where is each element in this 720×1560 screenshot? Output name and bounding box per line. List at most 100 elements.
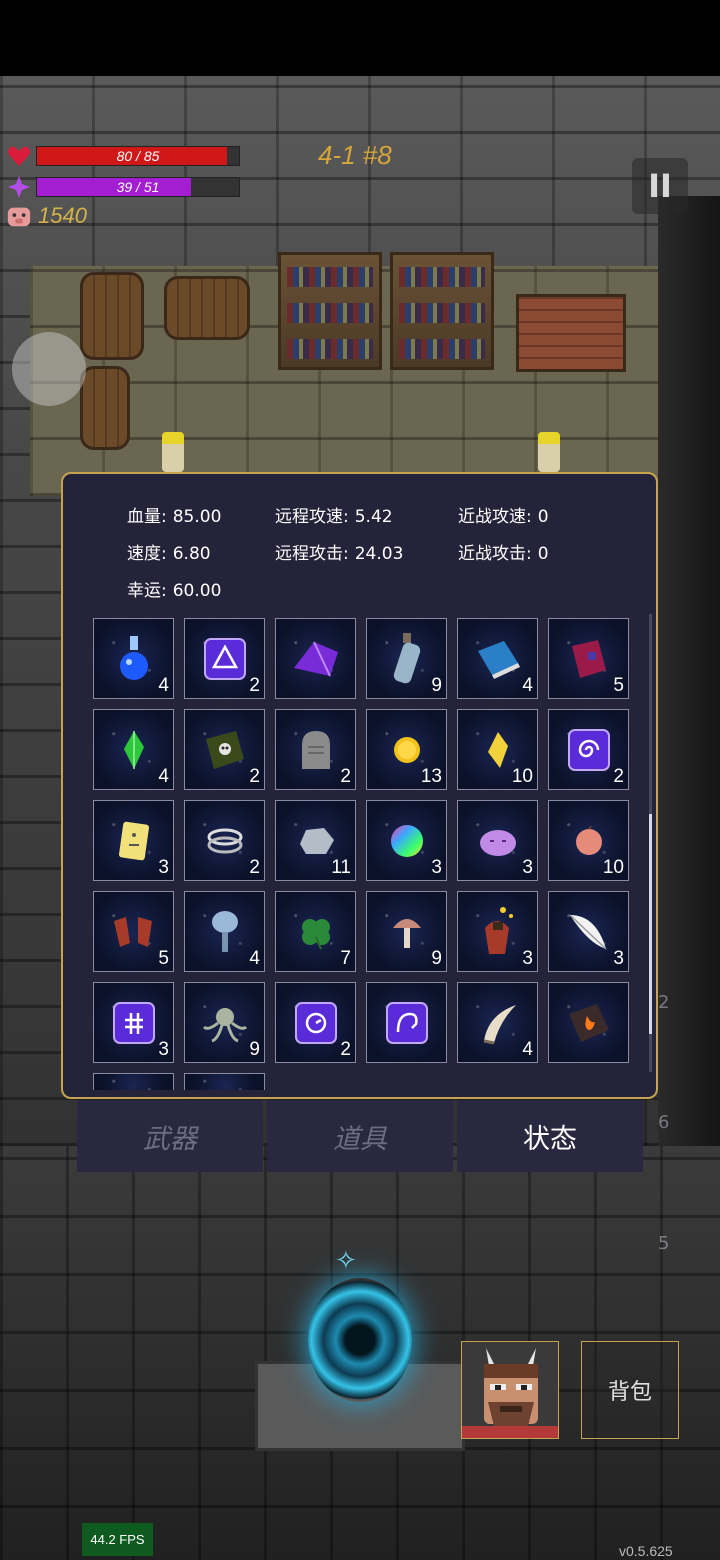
mp-row: 39 / 51 <box>6 174 240 200</box>
heart-icon <box>6 143 32 169</box>
item-count: 7 <box>340 948 351 969</box>
item-count: 2 <box>613 766 624 787</box>
item-slot[interactable] <box>184 1073 265 1090</box>
bookshelf <box>390 252 494 370</box>
item-slot[interactable] <box>366 982 447 1063</box>
item-count: 11 <box>331 857 351 878</box>
item-count: 3 <box>158 1039 169 1060</box>
item-slot[interactable]: 9 <box>366 618 447 699</box>
stats-grid: 血量: 85.00 远程攻速: 5.42 近战攻速: 0 速度: 6.80 远程攻击: 2… <box>127 502 597 601</box>
item-slot[interactable]: 4 <box>457 618 538 699</box>
item-slot[interactable]: 11 <box>275 800 356 881</box>
gold-row: 1540 <box>6 203 87 229</box>
item-slot[interactable]: 9 <box>366 891 447 972</box>
side-count: 6 <box>658 1112 670 1133</box>
item-count: 2 <box>340 1039 351 1060</box>
tab-status[interactable]: 状态 <box>457 1100 643 1172</box>
piggy-bank-icon <box>6 203 32 229</box>
tab-items[interactable]: 道具 <box>267 1100 453 1172</box>
item-count: 4 <box>522 1039 533 1060</box>
item-slot[interactable]: 4 <box>457 982 538 1063</box>
item-grid-viewport[interactable]: 4 2 9 4 5 4 2 2 13 10 2 3 2 11 3 3 10 5 4 7 9 3 3 3 9 2 4 <box>93 618 631 1090</box>
bookshelf <box>278 252 382 370</box>
item-count: 4 <box>158 766 169 787</box>
item-slot[interactable]: 3 <box>93 800 174 881</box>
mana-diamond-icon <box>6 174 32 200</box>
pause-button[interactable]: II <box>632 158 688 214</box>
hp-text: 80 / 85 <box>116 148 160 164</box>
fps-counter: 44.2 FPS <box>82 1523 153 1556</box>
top-black-bar <box>0 0 720 76</box>
item-slot[interactable] <box>275 618 356 699</box>
item-slot[interactable]: 3 <box>457 891 538 972</box>
stat-melee-attack: 近战攻击: 0 <box>458 544 549 564</box>
barrel-side <box>164 276 250 340</box>
scrollbar-thumb[interactable] <box>649 814 652 1034</box>
partial-slot-icon <box>94 1074 173 1090</box>
hp-bar: 80 / 85 <box>36 146 240 166</box>
item-slot[interactable] <box>93 1073 174 1090</box>
item-count: 2 <box>249 766 260 787</box>
backpack-button[interactable]: 背包 <box>581 1341 679 1439</box>
item-slot[interactable] <box>548 982 629 1063</box>
item-count: 13 <box>420 766 442 787</box>
bearded-hero-icon <box>462 1342 558 1438</box>
item-slot[interactable]: 5 <box>93 891 174 972</box>
mp-text: 39 / 51 <box>116 179 160 195</box>
treasure-chest <box>516 294 626 372</box>
stat-hp: 血量: 85.00 <box>127 507 222 527</box>
item-slot[interactable]: 2 <box>548 709 629 790</box>
stat-ranged-speed: 远程攻速: 5.42 <box>275 507 393 527</box>
item-slot[interactable]: 2 <box>184 800 265 881</box>
item-slot[interactable]: 3 <box>366 800 447 881</box>
item-slot[interactable]: 3 <box>457 800 538 881</box>
level-label: 4-1 #8 <box>318 140 392 170</box>
character-avatar[interactable] <box>461 1341 559 1439</box>
mp-bar: 39 / 51 <box>36 177 240 197</box>
item-slot[interactable]: 4 <box>184 891 265 972</box>
item-grid: 4 2 9 4 5 4 2 2 13 10 2 3 2 11 3 3 10 5 4 7 9 3 3 3 9 2 4 <box>93 618 631 1090</box>
item-slot[interactable]: 2 <box>275 982 356 1063</box>
partial-slot-icon <box>185 1074 264 1090</box>
item-count: 10 <box>511 766 533 787</box>
side-count: 2 <box>658 992 670 1013</box>
item-slot[interactable]: 9 <box>184 982 265 1063</box>
joystick[interactable] <box>12 332 86 406</box>
item-slot[interactable]: 2 <box>275 709 356 790</box>
candle <box>162 432 184 472</box>
item-slot[interactable]: 4 <box>93 709 174 790</box>
item-count: 3 <box>613 948 624 969</box>
stat-melee-speed: 近战攻速: 0 <box>458 507 549 527</box>
item-count: 3 <box>522 948 533 969</box>
side-count: 5 <box>658 1233 670 1254</box>
tab-bar: 武器 道具 状态 <box>77 1100 643 1172</box>
portal-rune-icon: ✧ <box>335 1246 357 1276</box>
item-slot[interactable]: 7 <box>275 891 356 972</box>
hp-row: 80 / 85 <box>6 143 240 169</box>
item-slot[interactable]: 4 <box>93 618 174 699</box>
candle <box>538 432 560 472</box>
item-slot[interactable]: 10 <box>548 800 629 881</box>
item-slot[interactable]: 2 <box>184 618 265 699</box>
stat-ranged-attack: 远程攻击: 24.03 <box>275 544 404 564</box>
item-slot[interactable]: 5 <box>548 618 629 699</box>
item-count: 5 <box>613 675 624 696</box>
item-count: 2 <box>249 675 260 696</box>
barrel-small <box>80 366 130 450</box>
tab-weapons[interactable]: 武器 <box>77 1100 263 1172</box>
item-slot[interactable]: 2 <box>184 709 265 790</box>
item-count: 3 <box>522 857 533 878</box>
item-slot[interactable]: 3 <box>548 891 629 972</box>
purple-shell-icon <box>276 619 355 698</box>
status-panel: 血量: 85.00 远程攻速: 5.42 近战攻速: 0 速度: 6.80 远程攻击: 2… <box>61 472 658 1099</box>
gold-amount: 1540 <box>38 203 87 228</box>
scrollbar[interactable] <box>649 614 652 1072</box>
item-slot[interactable]: 3 <box>93 982 174 1063</box>
portal[interactable] <box>308 1278 412 1402</box>
version-label: v0.5.625 <box>619 1543 673 1559</box>
stat-luck: 幸运: 60.00 <box>127 581 222 601</box>
item-slot[interactable]: 10 <box>457 709 538 790</box>
item-count: 9 <box>431 675 442 696</box>
item-slot[interactable]: 13 <box>366 709 447 790</box>
item-count: 3 <box>431 857 442 878</box>
